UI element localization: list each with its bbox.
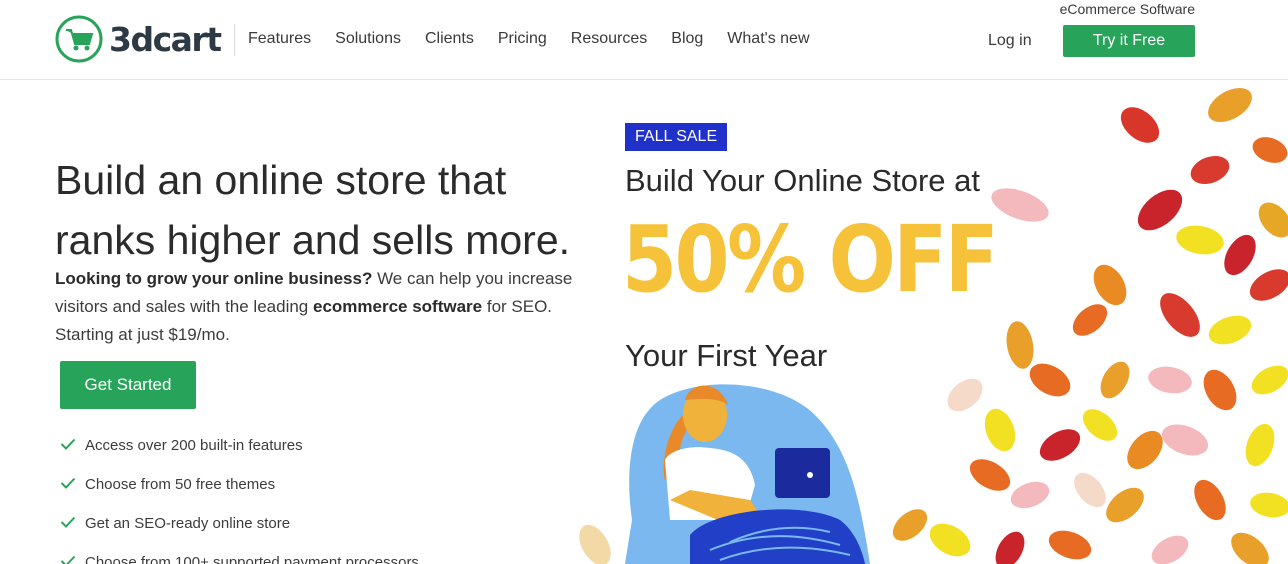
main-nav: Features Solutions Clients Pricing Resou… — [248, 30, 834, 48]
checkmark-icon — [60, 554, 85, 564]
site-header: 3dcart Features Solutions Clients Pricin… — [0, 0, 1288, 80]
get-started-button[interactable]: Get Started — [60, 361, 196, 409]
fall-sale-badge: FALL SALE — [625, 123, 728, 151]
logo[interactable]: 3dcart — [55, 15, 222, 63]
nav-resources[interactable]: Resources — [571, 30, 647, 48]
checkmark-icon — [60, 437, 85, 454]
nav-blog[interactable]: Blog — [671, 30, 703, 48]
checkmark-icon — [60, 476, 85, 493]
nav-features[interactable]: Features — [248, 30, 311, 48]
feature-text: Choose from 100+ supported payment proce… — [85, 554, 419, 564]
feature-text: Get an SEO-ready online store — [85, 515, 291, 532]
checkmark-icon — [60, 515, 85, 532]
intro-bold-keyword: ecommerce software — [312, 297, 483, 316]
hero-subtext: Looking to grow your online business? We… — [55, 265, 605, 349]
nav-whats-new[interactable]: What's new — [727, 30, 809, 48]
tagline: eCommerce Software — [1059, 1, 1195, 17]
promo-heading: Build Your Online Store at — [625, 163, 981, 198]
feature-list: Access over 200 built-in features Choose… — [60, 426, 419, 564]
hero-headline: Build an online store that ranks higher … — [55, 157, 571, 263]
nav-solutions[interactable]: Solutions — [335, 30, 401, 48]
list-item: Choose from 50 free themes — [60, 465, 419, 504]
logo-text: 3dcart — [109, 19, 222, 59]
try-it-free-button[interactable]: Try it Free — [1063, 25, 1195, 57]
nav-pricing[interactable]: Pricing — [498, 30, 547, 48]
intro-bold: Looking to grow your online business? — [55, 269, 373, 288]
login-link[interactable]: Log in — [988, 32, 1032, 50]
feature-text: Choose from 50 free themes — [85, 476, 276, 493]
cart-logo-icon — [55, 15, 103, 63]
woman-with-laptop-illustration — [625, 384, 870, 564]
header-divider — [234, 24, 235, 56]
promo-subheading: Your First Year — [625, 338, 828, 373]
fall-sale-banner-art — [579, 87, 1288, 564]
promo-discount: 50% OFF — [622, 206, 999, 313]
list-item: Access over 200 built-in features — [60, 426, 419, 465]
list-item: Get an SEO-ready online store — [60, 504, 419, 543]
list-item: Choose from 100+ supported payment proce… — [60, 543, 419, 564]
nav-clients[interactable]: Clients — [425, 30, 474, 48]
feature-text: Access over 200 built-in features — [85, 437, 303, 454]
